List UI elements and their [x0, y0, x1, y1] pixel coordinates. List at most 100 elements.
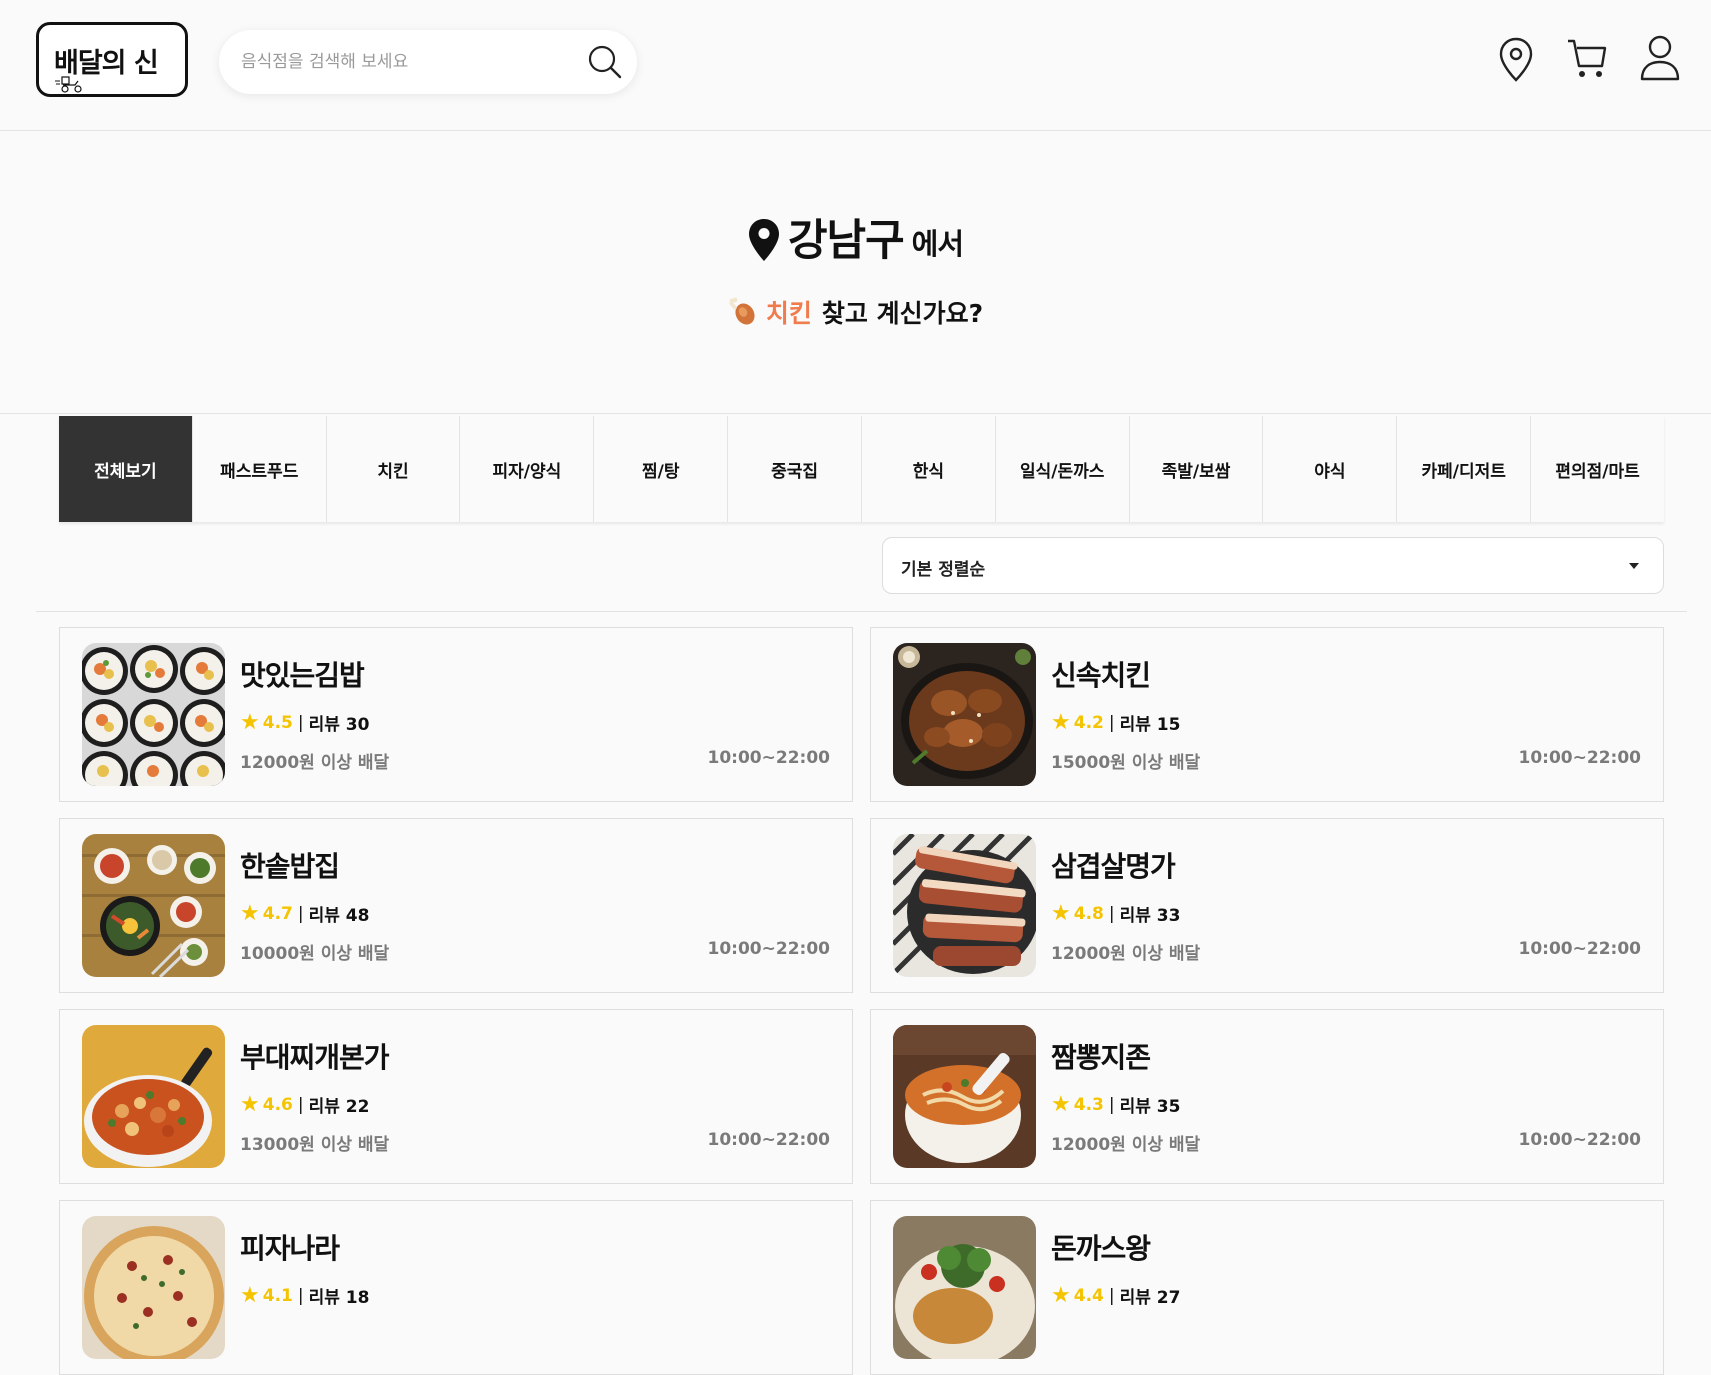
min-order: 12000원 이상 배달: [1051, 1135, 1201, 1155]
sort-select[interactable]: 기본 정렬순: [882, 537, 1664, 594]
tab-convenience[interactable]: 편의점/마트: [1531, 416, 1664, 522]
separator: |: [297, 1094, 304, 1115]
rating-row: ★ 4.3 | 리뷰 35: [1051, 1092, 1180, 1117]
map-pin-icon: [748, 219, 779, 261]
jjamppong-image: [893, 1025, 1036, 1168]
tab-japanese[interactable]: 일식/돈까스: [995, 416, 1130, 522]
user-icon[interactable]: [1639, 34, 1681, 82]
separator: |: [297, 1285, 304, 1306]
search-input[interactable]: [241, 46, 561, 78]
min-order: 10000원 이상 배달: [240, 944, 390, 964]
restaurant-list: 맛있는김밥 ★ 4.5 | 리뷰 30 12000원 이상 배달 10:00~2…: [59, 627, 1664, 1375]
rating-row: ★ 4.8 | 리뷰 33: [1051, 901, 1180, 926]
rating-value: 4.1: [262, 1285, 293, 1306]
restaurant-name: 부대찌개본가: [240, 1041, 390, 1074]
tab-cafe-dessert[interactable]: 카페/디저트: [1397, 416, 1532, 522]
star-icon: ★: [240, 709, 260, 735]
hero-location: 강남구 에서: [0, 206, 1711, 268]
rating-value: 4.6: [262, 1094, 293, 1115]
tab-chinese[interactable]: 중국집: [728, 416, 862, 522]
rating-value: 4.5: [262, 712, 293, 733]
star-icon: ★: [240, 1091, 260, 1117]
district-suffix: 에서: [911, 227, 964, 261]
restaurant-card[interactable]: 부대찌개본가 ★ 4.6 | 리뷰 22 13000원 이상 배달 10:00~…: [59, 1009, 853, 1184]
tab-chicken[interactable]: 치킨: [326, 416, 461, 522]
location-icon[interactable]: [1497, 36, 1535, 84]
separator: |: [297, 903, 304, 924]
tab-fastfood[interactable]: 패스트푸드: [192, 416, 327, 522]
tab-latenight[interactable]: 야식: [1263, 416, 1398, 522]
restaurant-thumbnail: [82, 643, 225, 786]
star-icon: ★: [1051, 709, 1071, 735]
sort-selected-value: 기본 정렬순: [901, 560, 986, 580]
top-header: 배달의 신: [0, 0, 1711, 131]
min-order: 13000원 이상 배달: [240, 1135, 390, 1155]
tab-pizza-western[interactable]: 피자/양식: [460, 416, 595, 522]
restaurant-card[interactable]: 맛있는김밥 ★ 4.5 | 리뷰 30 12000원 이상 배달 10:00~2…: [59, 627, 853, 802]
review-count: 리뷰 27: [1119, 1288, 1181, 1308]
restaurant-card[interactable]: 신속치킨 ★ 4.2 | 리뷰 15 15000원 이상 배달 10:00~22…: [870, 627, 1664, 802]
restaurant-thumbnail: [893, 643, 1036, 786]
restaurant-card[interactable]: 피자나라 ★ 4.1 | 리뷰 18: [59, 1200, 853, 1375]
search-bar: [219, 30, 637, 94]
tab-all[interactable]: 전체보기: [59, 416, 193, 522]
min-order: 12000원 이상 배달: [1051, 944, 1201, 964]
review-count: 리뷰 18: [308, 1288, 370, 1308]
restaurant-thumbnail: [82, 834, 225, 977]
suggested-category[interactable]: 치킨: [766, 294, 812, 330]
review-count: 리뷰 35: [1119, 1097, 1181, 1117]
restaurant-card[interactable]: 삼겹살명가 ★ 4.8 | 리뷰 33 12000원 이상 배달 10:00~2…: [870, 818, 1664, 993]
tab-korean[interactable]: 한식: [861, 416, 996, 522]
restaurant-card[interactable]: 돈까스왕 ★ 4.4 | 리뷰 27: [870, 1200, 1664, 1375]
logo[interactable]: 배달의 신: [36, 22, 188, 97]
hero-question: 치킨 찾고 계신가요?: [0, 294, 1711, 330]
pork-belly-image: [893, 834, 1036, 977]
restaurant-name: 돈까스왕: [1051, 1232, 1151, 1265]
star-icon: ★: [1051, 900, 1071, 926]
cutlet-image: [893, 1216, 1036, 1359]
opening-hours: 10:00~22:00: [707, 939, 830, 959]
restaurant-thumbnail: [893, 1025, 1036, 1168]
opening-hours: 10:00~22:00: [707, 1130, 830, 1150]
star-icon: ★: [1051, 1282, 1071, 1308]
scooter-icon: [55, 76, 82, 93]
min-order: 15000원 이상 배달: [1051, 753, 1201, 773]
district-name: 강남구: [787, 216, 905, 266]
review-count: 리뷰 33: [1119, 906, 1181, 926]
restaurant-name: 맛있는김밥: [240, 659, 365, 692]
min-order: 12000원 이상 배달: [240, 753, 390, 773]
review-count: 리뷰 48: [308, 906, 370, 926]
restaurant-card[interactable]: 짬뽕지존 ★ 4.3 | 리뷰 35 12000원 이상 배달 10:00~22…: [870, 1009, 1664, 1184]
rating-row: ★ 4.7 | 리뷰 48: [240, 901, 369, 926]
kimbap-image: [82, 643, 225, 786]
drumstick-icon: [729, 297, 755, 325]
restaurant-card[interactable]: 한솥밥집 ★ 4.7 | 리뷰 48 10000원 이상 배달 10:00~22…: [59, 818, 853, 993]
search-icon[interactable]: [587, 44, 623, 80]
rating-row: ★ 4.5 | 리뷰 30: [240, 710, 369, 735]
review-count: 리뷰 15: [1119, 715, 1181, 735]
category-divider: [0, 413, 1711, 414]
rating-value: 4.3: [1073, 1094, 1104, 1115]
restaurant-thumbnail: [82, 1025, 225, 1168]
tab-stew[interactable]: 찜/탕: [594, 416, 729, 522]
category-tabs: 전체보기 패스트푸드 치킨 피자/양식 찜/탕 중국집 한식 일식/돈까스 족발…: [59, 416, 1664, 522]
star-icon: ★: [1051, 1091, 1071, 1117]
tab-jokbal[interactable]: 족발/보쌈: [1129, 416, 1264, 522]
pizza-image: [82, 1216, 225, 1359]
list-divider: [36, 611, 1687, 612]
restaurant-name: 신속치킨: [1051, 659, 1151, 692]
rating-row: ★ 4.4 | 리뷰 27: [1051, 1283, 1180, 1308]
star-icon: ★: [240, 1282, 260, 1308]
separator: |: [297, 712, 304, 733]
cart-icon[interactable]: [1566, 36, 1608, 80]
star-icon: ★: [240, 900, 260, 926]
separator: |: [1108, 903, 1115, 924]
restaurant-thumbnail: [893, 1216, 1036, 1359]
restaurant-name: 짬뽕지존: [1051, 1041, 1151, 1074]
bibimbap-image: [82, 834, 225, 977]
restaurant-name: 삼겹살명가: [1051, 850, 1176, 883]
restaurant-thumbnail: [82, 1216, 225, 1359]
rating-row: ★ 4.2 | 리뷰 15: [1051, 710, 1180, 735]
rating-value: 4.8: [1073, 903, 1104, 924]
budae-jjigae-image: [82, 1025, 225, 1168]
